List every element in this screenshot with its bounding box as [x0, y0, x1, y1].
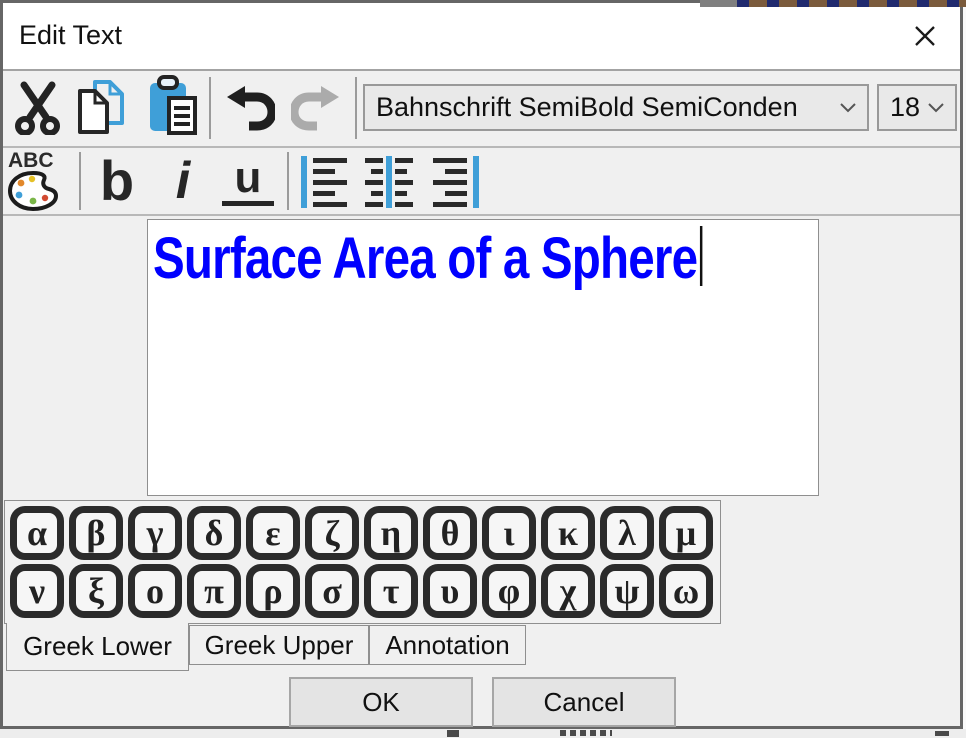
toolbar-clipboard-font: Bahnschrift SemiBold SemiConden 18: [3, 71, 960, 148]
bold-button[interactable]: b: [91, 150, 143, 212]
svg-text:ABC: ABC: [8, 150, 54, 172]
chevron-down-icon: [921, 102, 955, 113]
align-center-icon: [365, 156, 413, 208]
greek-key-ο[interactable]: ο: [128, 564, 182, 618]
greek-key-π[interactable]: π: [187, 564, 241, 618]
underline-button[interactable]: u: [217, 152, 279, 212]
greek-key-τ[interactable]: τ: [364, 564, 418, 618]
greek-key-λ[interactable]: λ: [600, 506, 654, 560]
background-window-strip-gray: [700, 0, 737, 7]
bold-icon: b: [100, 153, 134, 209]
redo-icon: [291, 85, 341, 131]
background-text-fragment: [560, 730, 612, 736]
edit-text-dialog: Edit Text: [0, 0, 963, 729]
toolbar-separator: [287, 152, 289, 210]
greek-key-γ[interactable]: γ: [128, 506, 182, 560]
tab-label: Greek Upper: [205, 630, 354, 661]
align-center-button[interactable]: [363, 154, 415, 210]
copy-icon: [75, 78, 127, 136]
paste-button[interactable]: [145, 73, 201, 139]
background-text-fragment: [447, 730, 459, 737]
font-family-value: Bahnschrift SemiBold SemiConden: [365, 92, 833, 123]
font-size-value: 18: [879, 92, 921, 123]
greek-key-ζ[interactable]: ζ: [305, 506, 359, 560]
cancel-button[interactable]: Cancel: [492, 677, 676, 727]
keyboard-row-2: νξοπρστυφχψω: [10, 564, 718, 618]
align-right-icon: [431, 156, 479, 208]
font-size-select[interactable]: 18: [877, 84, 957, 131]
align-right-button[interactable]: [429, 154, 481, 210]
toolbar-separator: [209, 77, 211, 139]
underline-icon: u: [222, 158, 274, 206]
toolbar-separator: [355, 77, 357, 139]
keyboard-row-1: αβγδεζηθικλμ: [10, 506, 718, 560]
chevron-down-icon: [833, 102, 867, 113]
undo-button[interactable]: [223, 83, 277, 133]
greek-key-μ[interactable]: μ: [659, 506, 713, 560]
copy-button[interactable]: [73, 77, 129, 137]
undo-icon: [225, 85, 275, 131]
greek-key-α[interactable]: α: [10, 506, 64, 560]
background-window-strip-brown: [737, 0, 966, 7]
dialog-title: Edit Text: [19, 20, 122, 51]
font-color-palette-icon: ABC: [7, 150, 71, 212]
greek-key-χ[interactable]: χ: [541, 564, 595, 618]
greek-key-υ[interactable]: υ: [423, 564, 477, 618]
redo-button[interactable]: [289, 83, 343, 133]
greek-key-κ[interactable]: κ: [541, 506, 595, 560]
greek-key-ρ[interactable]: ρ: [246, 564, 300, 618]
scissors-icon: [15, 81, 61, 135]
editor-line: Surface Area of a Sphere: [153, 226, 702, 291]
background-text-fragment: [935, 731, 949, 736]
tab-greek-lower[interactable]: Greek Lower: [6, 623, 189, 671]
toolbar-separator: [79, 152, 81, 210]
greek-key-σ[interactable]: σ: [305, 564, 359, 618]
align-left-icon: [301, 156, 349, 208]
italic-button[interactable]: i: [157, 150, 209, 212]
tab-label: Greek Lower: [23, 631, 172, 662]
text-editor[interactable]: Surface Area of a Sphere: [147, 219, 819, 496]
greek-key-ψ[interactable]: ψ: [600, 564, 654, 618]
align-left-button[interactable]: [299, 154, 351, 210]
greek-key-ξ[interactable]: ξ: [69, 564, 123, 618]
greek-key-ν[interactable]: ν: [10, 564, 64, 618]
paste-icon: [147, 75, 199, 137]
greek-key-ω[interactable]: ω: [659, 564, 713, 618]
greek-key-δ[interactable]: δ: [187, 506, 241, 560]
ok-button[interactable]: OK: [289, 677, 473, 727]
greek-key-η[interactable]: η: [364, 506, 418, 560]
font-color-button[interactable]: ABC: [5, 149, 73, 213]
ok-label: OK: [362, 687, 400, 718]
greek-key-θ[interactable]: θ: [423, 506, 477, 560]
italic-icon: i: [176, 155, 190, 207]
text-cursor: [700, 226, 702, 286]
background-window-strip-bottom: [0, 729, 966, 738]
font-family-select[interactable]: Bahnschrift SemiBold SemiConden: [363, 84, 869, 131]
close-icon: [913, 24, 937, 48]
cancel-label: Cancel: [544, 687, 625, 718]
close-button[interactable]: [908, 19, 942, 53]
symbol-keyboard-panel: αβγδεζηθικλμ νξοπρστυφχψω: [4, 500, 721, 624]
tab-annotation[interactable]: Annotation: [369, 625, 526, 665]
greek-key-ε[interactable]: ε: [246, 506, 300, 560]
editor-text: Surface Area of a Sphere: [153, 226, 697, 291]
toolbar-formatting: ABC b i u: [3, 148, 960, 216]
greek-key-φ[interactable]: φ: [482, 564, 536, 618]
tab-label: Annotation: [385, 630, 509, 661]
tab-greek-upper[interactable]: Greek Upper: [189, 625, 369, 665]
cut-button[interactable]: [13, 80, 63, 136]
title-bar: Edit Text: [3, 3, 960, 71]
greek-key-β[interactable]: β: [69, 506, 123, 560]
screen: Edit Text: [0, 0, 966, 738]
greek-key-ι[interactable]: ι: [482, 506, 536, 560]
